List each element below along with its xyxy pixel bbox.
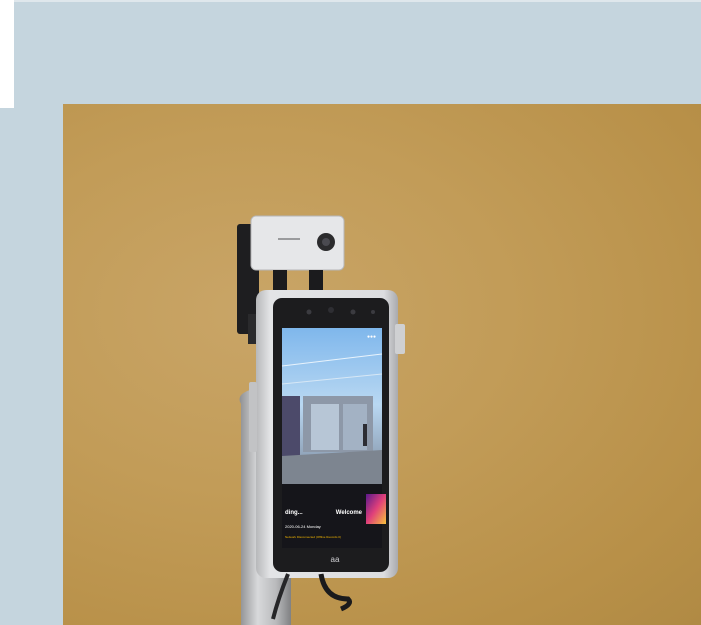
- cable: [318, 573, 352, 612]
- screen-date: 2020-06-24 Monday: [285, 524, 321, 529]
- screen-welcome: Welcome: [336, 510, 363, 516]
- left-margin-strip: [0, 0, 14, 108]
- device-photo: ●●● ding... Welcome 2020-06-24 Monday Ne…: [237, 215, 405, 625]
- screen-status: ●●●: [367, 334, 376, 340]
- top-border: [0, 0, 701, 2]
- photo: ●●● ding... Welcome 2020-06-24 Monday Ne…: [63, 104, 701, 625]
- screen-alert: Network Disconnected (Offline Records 0): [285, 535, 341, 539]
- brand-logo: aa: [331, 555, 340, 564]
- screen-left-label: ding...: [285, 510, 303, 516]
- thermal-preview: [366, 494, 386, 524]
